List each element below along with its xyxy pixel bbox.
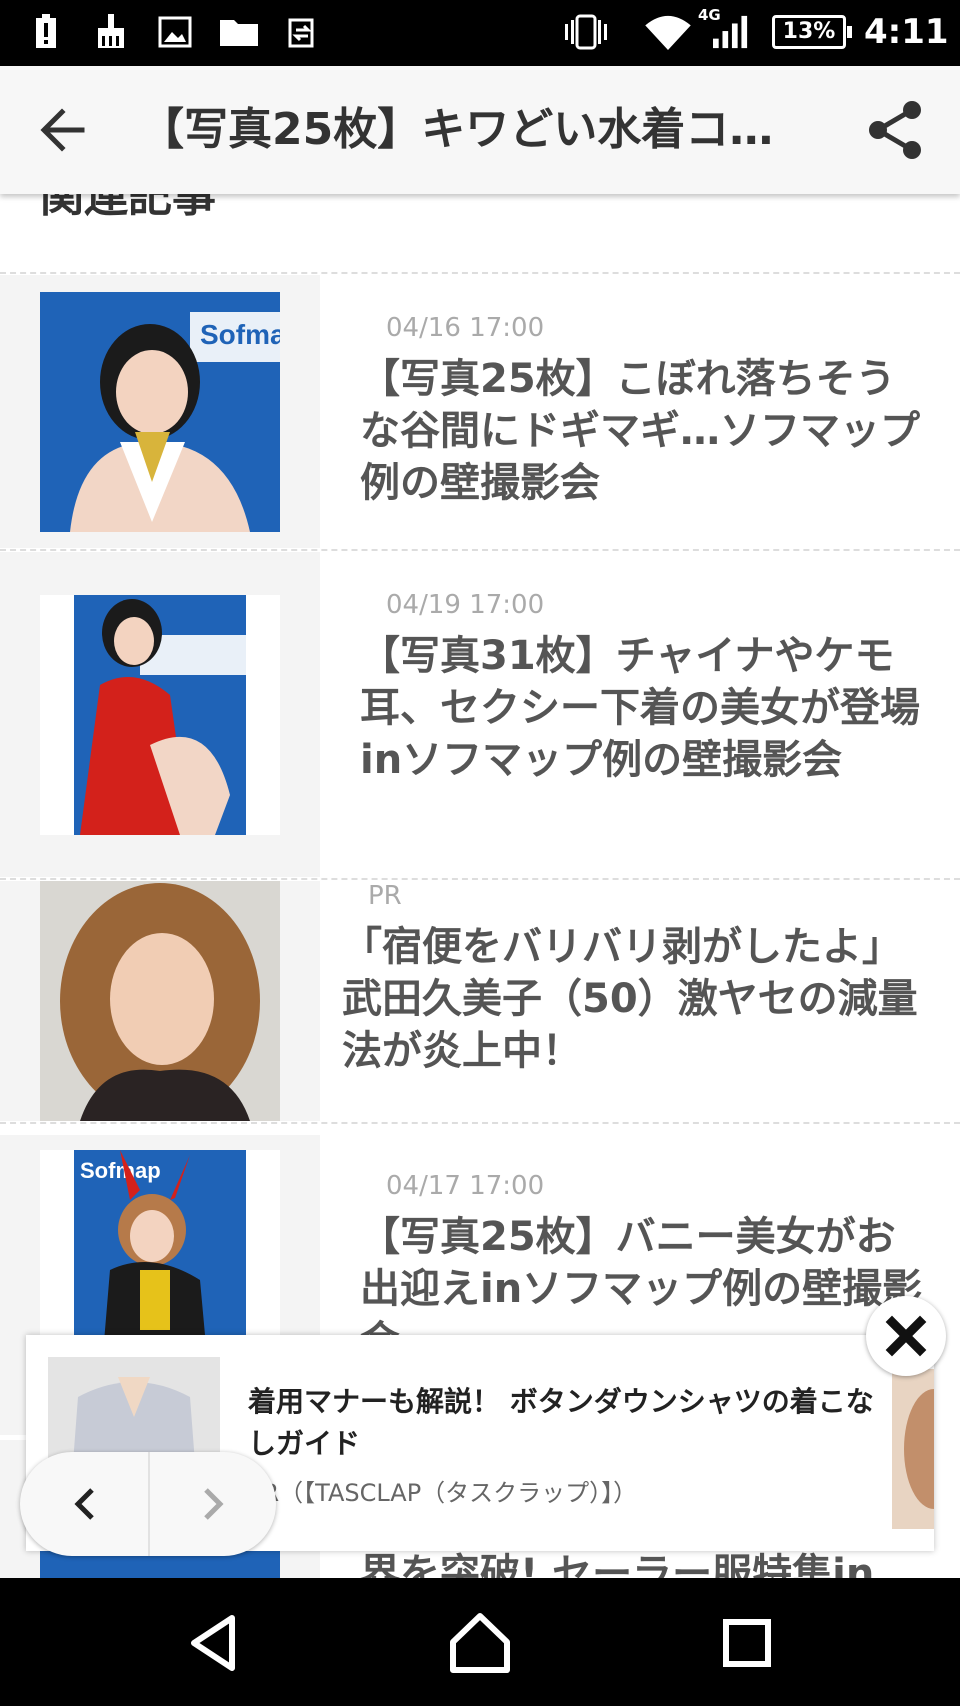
- article-date: 04/16 17:00: [386, 313, 545, 343]
- ad-prev-button[interactable]: [20, 1452, 148, 1556]
- divider: [0, 1122, 960, 1124]
- article-title[interactable]: 「宿便をバリバリ剥がしたよ」武田久美子（50）激ヤセの減量法が炎上中！: [342, 921, 932, 1077]
- cleaner-icon: [98, 14, 124, 48]
- article-date: 04/19 17:00: [386, 590, 545, 620]
- article-date: 04/17 17:00: [386, 1171, 545, 1201]
- home-icon[interactable]: [445, 1608, 515, 1678]
- battery-indicator: 13%: [772, 15, 852, 49]
- divider: [0, 272, 960, 274]
- divider: [0, 549, 960, 551]
- chevron-right-icon: [204, 1488, 224, 1520]
- share-icon[interactable]: [866, 100, 926, 160]
- pr-label: PR: [368, 881, 402, 911]
- ad-secondary-thumbnail: [892, 1369, 934, 1529]
- screen: 4G 13% 4:11 【写真25枚】キワどい水着コ… 関連記事 Sofmap: [0, 0, 960, 1706]
- page-title: 【写真25枚】キワどい水着コ…: [140, 104, 774, 155]
- battery-percent: 13%: [782, 19, 836, 44]
- article-thumbnail: [40, 595, 280, 835]
- back-triangle-icon[interactable]: [180, 1608, 250, 1678]
- article-title[interactable]: 【写真25枚】こぼれ落ちそうな谷間にドギマギ…ソフマップ例の壁撮影会: [360, 353, 930, 509]
- ad-close-button[interactable]: [866, 1296, 946, 1376]
- wifi-icon: [645, 15, 691, 50]
- ad-next-button[interactable]: [148, 1452, 276, 1556]
- folder-icon: [220, 20, 258, 46]
- transfer-icon: [288, 18, 314, 48]
- article-thumbnail: [40, 881, 280, 1121]
- pr-article-item[interactable]: PR 「宿便をバリバリ剥がしたよ」武田久美子（50）激ヤセの減量法が炎上中！: [0, 881, 960, 1121]
- battery-alert-icon: [36, 14, 56, 48]
- close-icon: [885, 1315, 927, 1357]
- ad-source: PR（【TASCLAP（タスクラップ）】）: [248, 1479, 638, 1507]
- article-title[interactable]: 【写真31枚】チャイナやケモ耳、セクシー下着の美女が登場inソフマップ例の壁撮影…: [360, 630, 930, 786]
- chevron-left-icon: [74, 1488, 94, 1520]
- clock: 4:11: [864, 12, 949, 52]
- vibrate-icon: [565, 14, 607, 50]
- system-navigation-bar: [0, 1578, 960, 1706]
- image-icon: [158, 16, 192, 48]
- divider: [0, 878, 960, 880]
- sofmap-logo-text: Sofmap: [200, 319, 280, 350]
- article-title[interactable]: 界を突破! セーラー服特集in: [360, 1548, 930, 1578]
- article-item[interactable]: Sofmap 04/16 17:00 【写真25枚】こぼれ落ちそうな谷間にドギマ…: [0, 275, 960, 548]
- arrow-back-icon[interactable]: [34, 100, 94, 160]
- recents-icon[interactable]: [712, 1608, 782, 1678]
- ad-title[interactable]: 着用マナーも解説！ ボタンダウンシャツの着こなしガイド: [248, 1381, 878, 1465]
- article-thumbnail: Sofmap: [40, 292, 280, 532]
- app-bar: 【写真25枚】キワどい水着コ…: [0, 66, 960, 194]
- signal-icon: [713, 15, 748, 49]
- status-bar: 4G 13% 4:11: [0, 0, 960, 66]
- ad-pager: [20, 1452, 276, 1556]
- article-item[interactable]: 04/19 17:00 【写真31枚】チャイナやケモ耳、セクシー下着の美女が登場…: [0, 552, 960, 877]
- sofmap-logo-text: Sofmap: [80, 1158, 161, 1183]
